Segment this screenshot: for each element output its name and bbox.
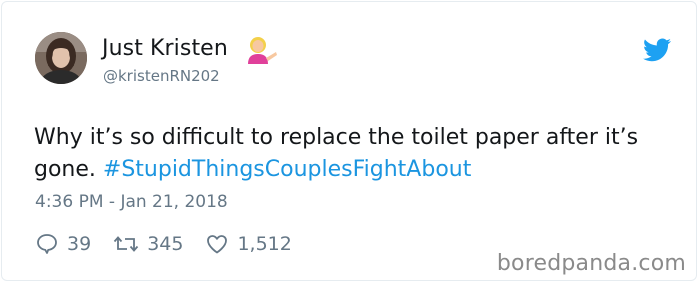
- author-handle[interactable]: @kristenRN202: [103, 67, 220, 85]
- reply-icon: [37, 234, 57, 254]
- author-name[interactable]: Just Kristen: [102, 36, 228, 61]
- tweet-card: Just Kristen @kristenRN202 Why it’s so d…: [1, 1, 697, 281]
- heart-icon: [207, 235, 228, 254]
- retweet-count: 345: [147, 233, 184, 255]
- retweet-button[interactable]: 345: [113, 232, 183, 256]
- tweet-actions: 39 345 1,512: [35, 231, 314, 257]
- like-button[interactable]: 1,512: [205, 232, 292, 256]
- person-tipping-hand-emoji-icon: [246, 36, 278, 64]
- avatar[interactable]: [35, 32, 87, 84]
- hashtag-link[interactable]: #StupidThingsCouplesFightAbout: [103, 157, 471, 182]
- reply-button[interactable]: 39: [35, 232, 91, 256]
- tweet-text: Why it’s so difficult to replace the toi…: [34, 122, 674, 186]
- tweet-timestamp[interactable]: 4:36 PM - Jan 21, 2018: [35, 192, 228, 212]
- like-count: 1,512: [237, 233, 292, 255]
- retweet-icon: [114, 236, 139, 252]
- twitter-bird-icon[interactable]: [643, 38, 671, 62]
- reply-count: 39: [67, 233, 92, 255]
- watermark: boredpanda.com: [496, 251, 686, 276]
